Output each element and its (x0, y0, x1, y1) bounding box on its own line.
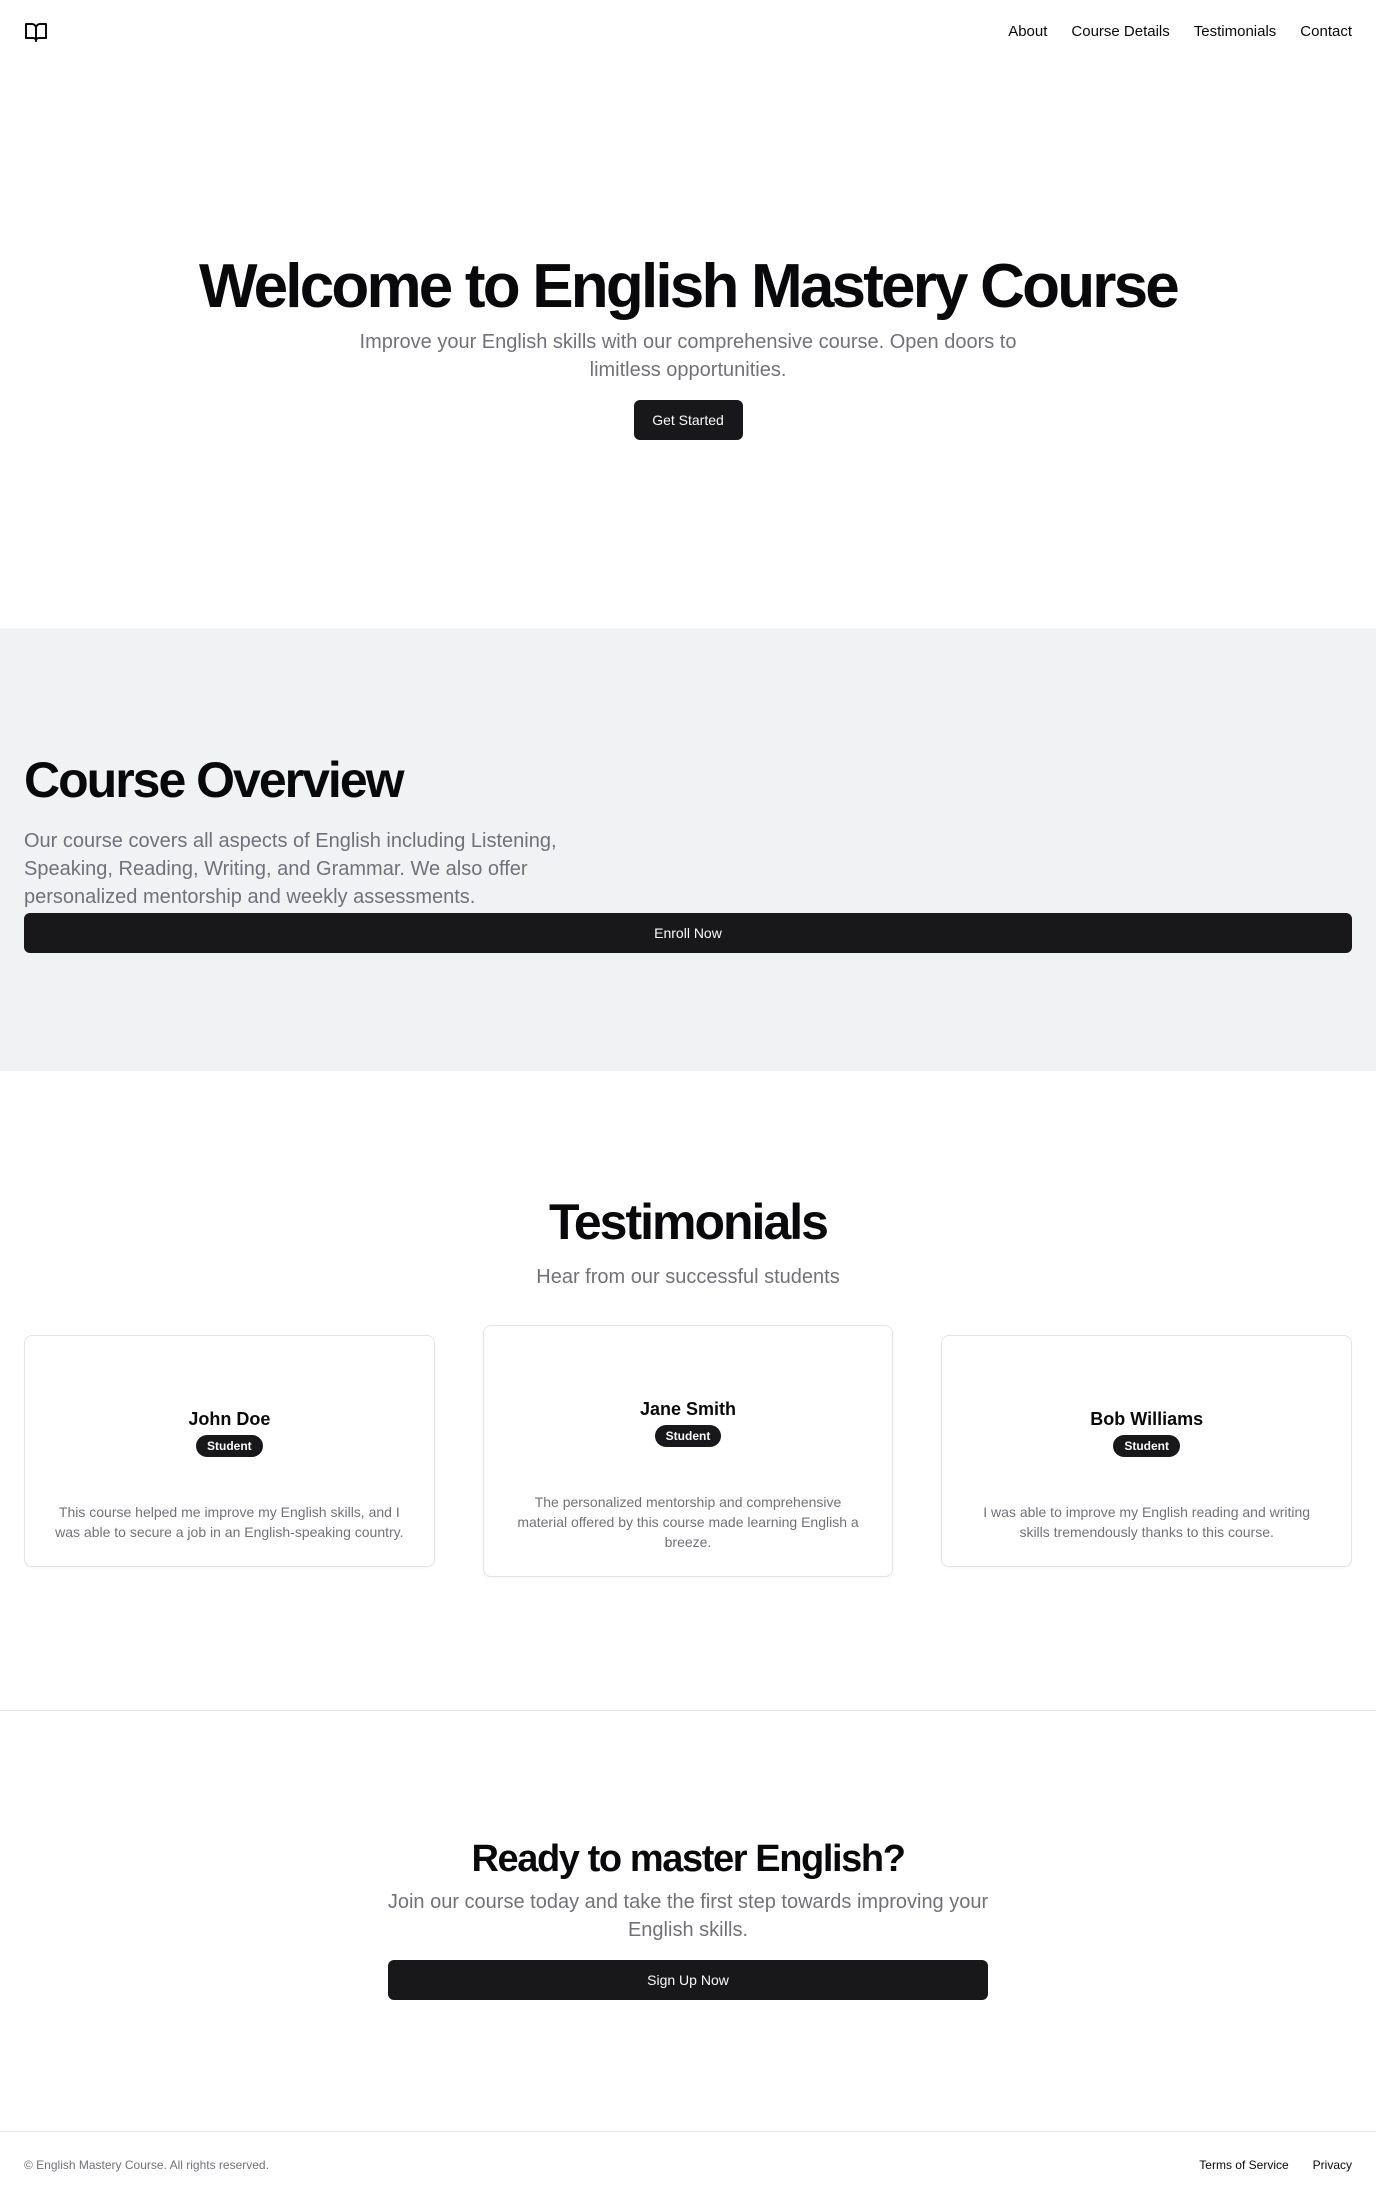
overview-title: Course Overview (24, 752, 405, 808)
site-footer: © English Mastery Course. All rights res… (0, 2131, 1376, 2197)
cta-section: Ready to master English? Join our course… (0, 1712, 1376, 2131)
testimonials-title: Testimonials (549, 1194, 829, 1250)
testimonial-quote: This course helped me improve my English… (55, 1504, 404, 1540)
copyright-text: © English Mastery Course. All rights res… (24, 2157, 269, 2172)
get-started-button[interactable]: Get Started (633, 400, 743, 440)
testimonial-card: Bob Williams Student I was able to impro… (941, 1335, 1353, 1567)
testimonials-subtitle: Hear from our successful students (536, 1266, 840, 1288)
overview-text: Our course covers all aspects of English… (24, 830, 557, 908)
cta-title: Ready to master English? (471, 1838, 905, 1880)
nav-link-course-details[interactable]: Course Details (1071, 22, 1169, 42)
testimonial-name: Jane Smith (639, 1399, 737, 1419)
footer-link-privacy[interactable]: Privacy (1313, 2158, 1352, 2172)
book-open-icon[interactable] (24, 20, 48, 44)
footer-links: Terms of Service Privacy (1199, 2158, 1352, 2172)
testimonial-cards: John Doe Student This course helped me i… (24, 1325, 1353, 1577)
main-nav: About Course Details Testimonials Contac… (1008, 22, 1352, 42)
testimonial-card: Jane Smith Student The personalized ment… (482, 1325, 894, 1577)
footer-link-terms[interactable]: Terms of Service (1199, 2158, 1288, 2172)
student-badge: Student (654, 1425, 722, 1447)
enroll-now-button[interactable]: Enroll Now (24, 913, 1352, 953)
student-badge: Student (1113, 1435, 1181, 1457)
testimonial-name: Bob Williams (1090, 1409, 1204, 1429)
course-overview-section: Course Overview Our course covers all as… (0, 628, 1376, 1071)
testimonial-card: John Doe Student This course helped me i… (24, 1335, 435, 1567)
nav-link-about[interactable]: About (1008, 22, 1047, 42)
cta-text: Join our course today and take the first… (387, 1891, 989, 1941)
hero-section: Welcome to English Mastery Course Improv… (0, 64, 1376, 628)
site-header: About Course Details Testimonials Contac… (0, 0, 1376, 64)
nav-link-contact[interactable]: Contact (1300, 22, 1352, 42)
testimonials-section: Testimonials Hear from our successful st… (0, 1071, 1376, 1711)
hero-subtitle: Improve your English skills with our com… (359, 331, 1017, 381)
student-badge: Student (196, 1435, 263, 1457)
sign-up-now-button[interactable]: Sign Up Now (388, 1960, 988, 2000)
testimonial-name: John Doe (188, 1409, 271, 1429)
nav-link-testimonials[interactable]: Testimonials (1194, 22, 1277, 42)
testimonial-quote: I was able to improve my English reading… (983, 1504, 1311, 1540)
testimonial-quote: The personalized mentorship and comprehe… (517, 1494, 859, 1550)
hero-title: Welcome to English Mastery Course (199, 252, 1180, 321)
